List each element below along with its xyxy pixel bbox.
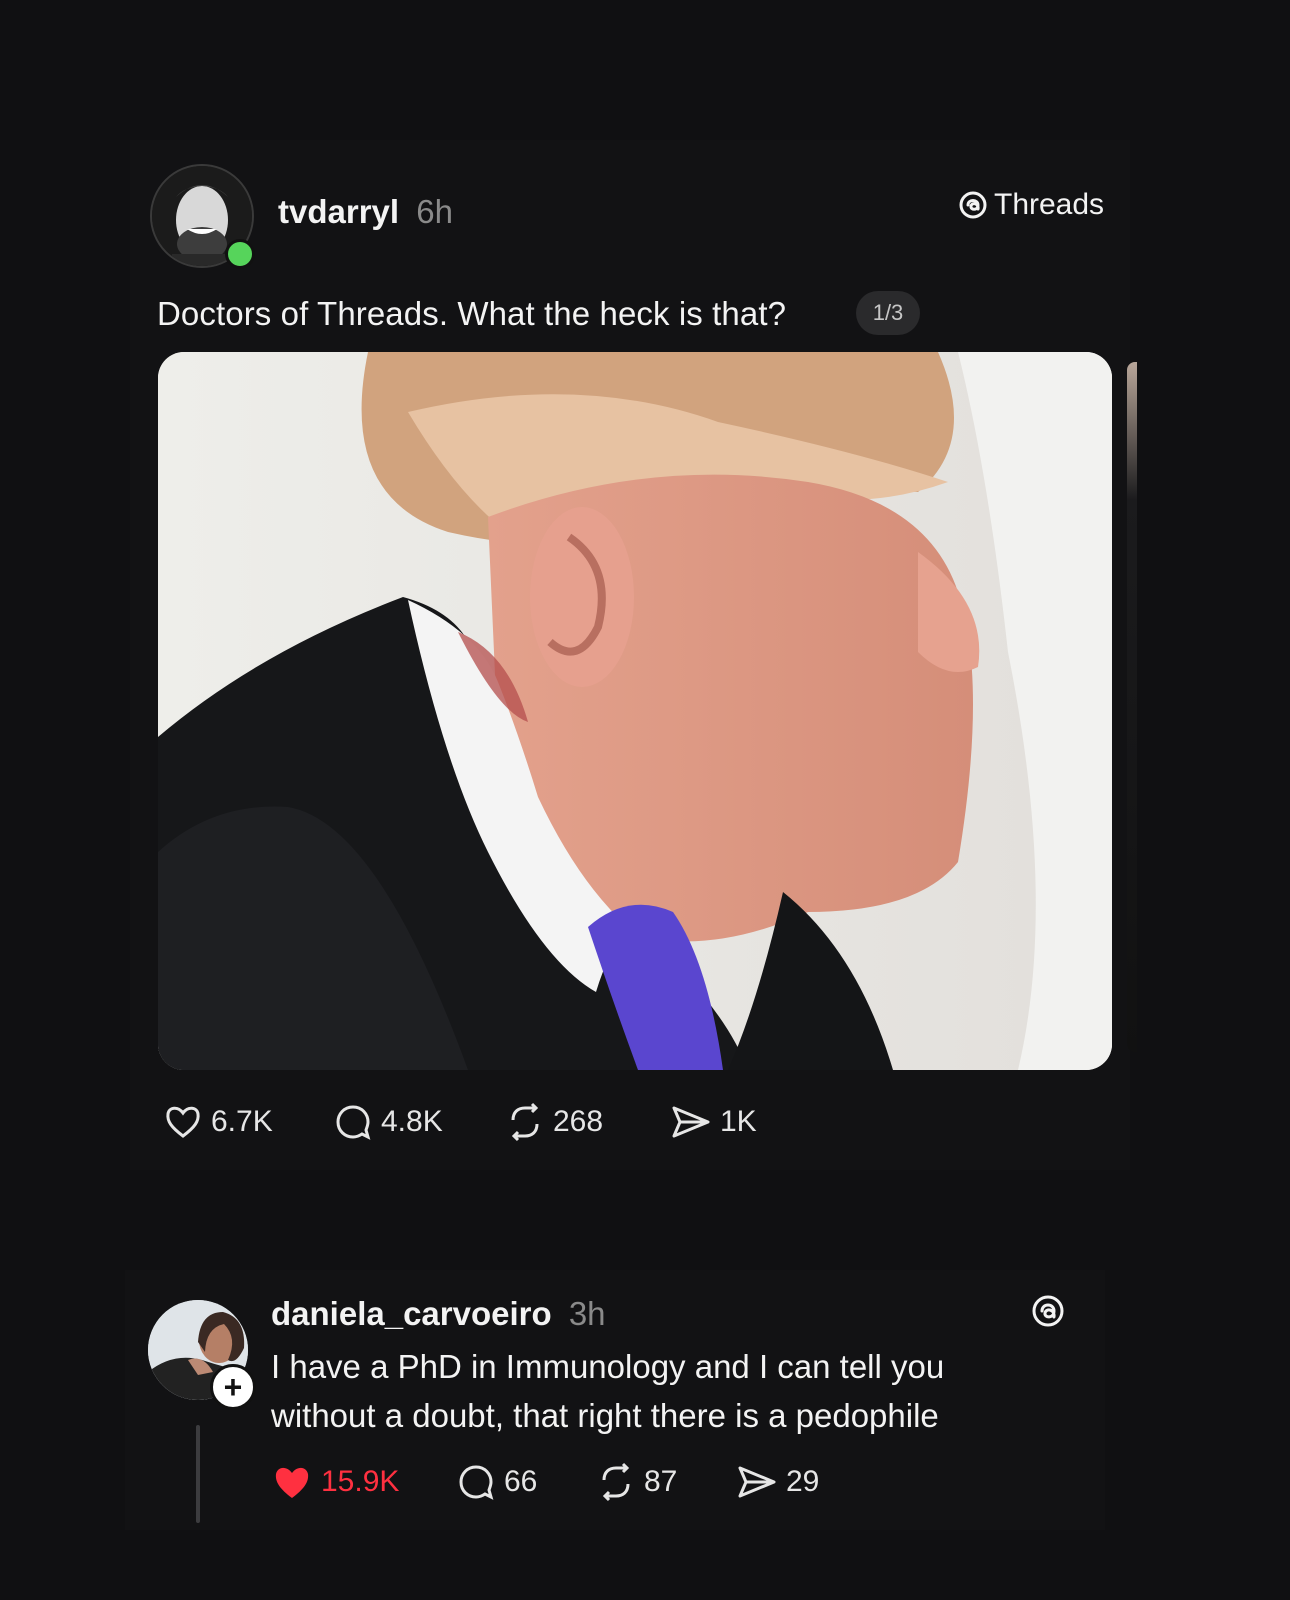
share-count: 1K [720,1105,757,1138]
username[interactable]: tvdarryl [278,193,399,230]
like-button[interactable]: 6.7K [163,1102,333,1142]
brand-label: Threads [994,188,1105,221]
follow-button[interactable]: + [210,1364,256,1410]
online-status-dot [225,239,255,269]
repost-button[interactable]: 268 [505,1102,670,1142]
share-icon [672,1106,710,1138]
threads-logo-icon [959,191,987,219]
reply-like-count: 15.9K [321,1465,400,1498]
reply-repost-count: 87 [644,1465,678,1498]
reply-comment-button[interactable]: 66 [456,1462,596,1502]
reply-share-count: 29 [786,1465,820,1498]
repost-count: 268 [553,1105,604,1138]
main-thread-post: tvdarryl 6h Threads Doctors of Threads. … [0,0,1290,1170]
reply-body: I have a PhD in Immunology and I can tel… [271,1348,945,1434]
reply-header: daniela_carvoeiro 3h [271,1295,606,1333]
heart-icon [166,1106,200,1138]
reply-comment-count: 66 [504,1465,538,1498]
post-header: tvdarryl 6h [278,193,453,231]
comment-count: 4.8K [381,1105,443,1138]
media-counter: 1/3 [856,291,920,335]
reply-share-button[interactable]: 29 [736,1462,836,1502]
reply-username[interactable]: daniela_carvoeiro [271,1295,552,1332]
reply-time: 3h [568,1295,606,1332]
thread-line [196,1425,200,1523]
share-button[interactable]: 1K [670,1102,780,1142]
like-count: 6.7K [211,1105,273,1138]
post-body: Doctors of Threads. What the heck is tha… [157,295,787,332]
next-image-preview[interactable] [1127,362,1137,1052]
post-time: 6h [416,193,453,230]
comment-button[interactable]: 4.8K [333,1102,505,1142]
threads-logo-icon[interactable] [1030,1292,1066,1330]
reply-like-button[interactable]: 15.9K [271,1462,456,1502]
post-actions: 6.7K 4.8K 268 1K [163,1102,780,1142]
comment-icon [336,1105,371,1140]
reply-repost-button[interactable]: 87 [596,1462,736,1502]
comment-icon [459,1465,494,1500]
repost-icon [602,1462,630,1502]
repost-icon [511,1102,539,1142]
reply-actions: 15.9K 66 87 29 [271,1462,836,1502]
share-icon [738,1466,776,1498]
heart-icon [275,1467,309,1498]
threads-brand[interactable]: Threads [958,188,1104,222]
post-image[interactable] [158,352,1112,1070]
